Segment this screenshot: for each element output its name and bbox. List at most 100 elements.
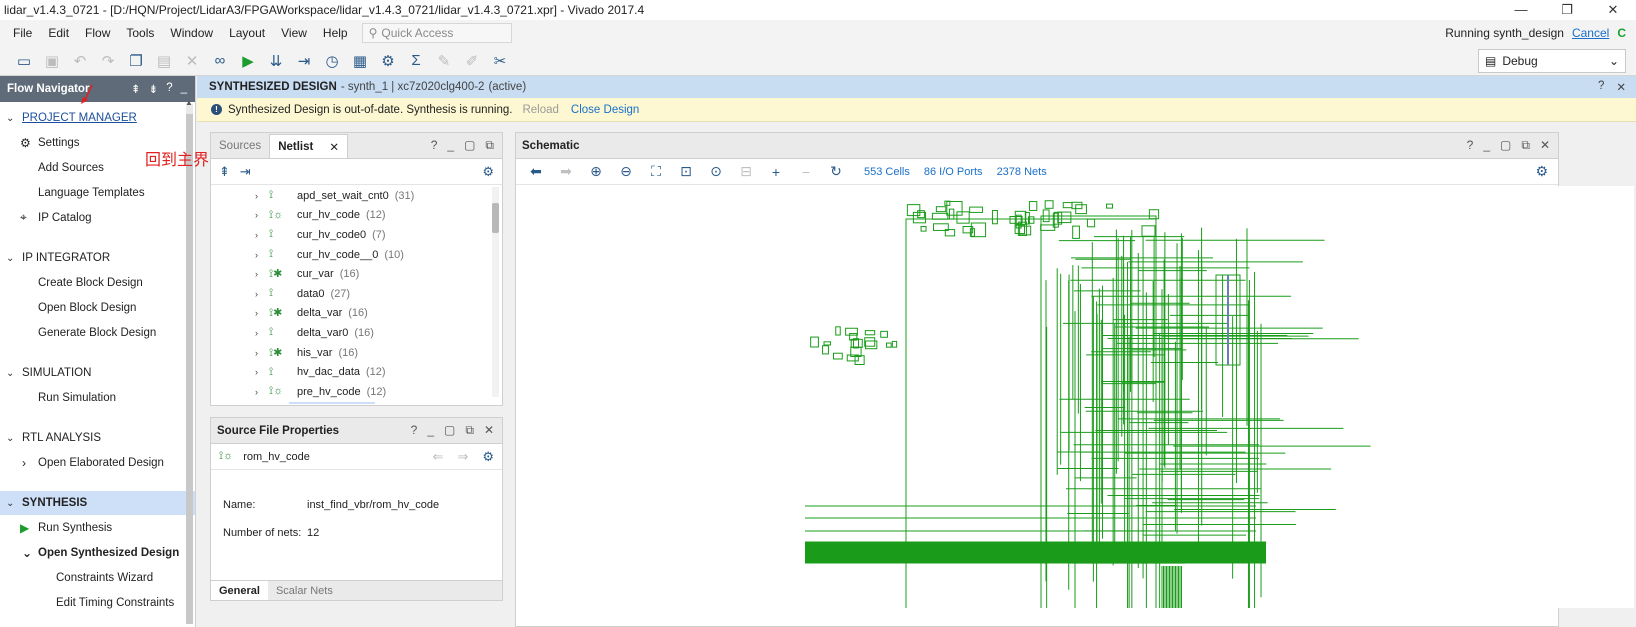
nav-edit-timing-constraints[interactable]: Edit Timing Constraints [0, 590, 195, 615]
minimize-panel-icon[interactable]: _ [1483, 138, 1490, 153]
menu-tools[interactable]: Tools [118, 26, 162, 40]
settings-gear-icon[interactable]: ⚙ [374, 49, 402, 73]
close-window-button[interactable]: ✕ [1590, 2, 1636, 18]
nav-ip-catalog[interactable]: ⌖ IP Catalog [0, 205, 195, 230]
menu-flow[interactable]: Flow [77, 26, 118, 40]
refresh-icon[interactable]: ↻ [822, 163, 850, 180]
nav-create-block-design[interactable]: Create Block Design [0, 270, 195, 295]
maximize-panel-icon[interactable]: ▢ [1500, 138, 1511, 153]
list-item[interactable]: › ⟟ cur_hv_code__0 (10) [211, 245, 501, 265]
cell-icon[interactable]: ⊟ [732, 163, 760, 180]
chevron-right-icon[interactable]: › [255, 210, 263, 220]
scroll-up-icon[interactable]: ▲ [185, 98, 193, 107]
maximize-panel-icon[interactable]: ▢ [464, 138, 475, 153]
tab-scalar-nets[interactable]: Scalar Nets [268, 581, 341, 600]
float-panel-icon[interactable]: ⧉ [1521, 138, 1530, 153]
selected-row[interactable] [289, 401, 375, 404]
forward-arrow-icon[interactable]: ➡ [552, 163, 580, 180]
minimize-button[interactable]: — [1498, 2, 1544, 18]
list-item[interactable]: › ⟟✱ his_var (16) [211, 343, 501, 363]
chevron-right-icon[interactable]: › [255, 308, 263, 318]
netlist-scrollbar[interactable] [492, 187, 499, 397]
zoom-area-icon[interactable]: ⊡ [672, 163, 700, 180]
auto-fit-icon[interactable]: ⊙ [702, 163, 730, 180]
redo-icon[interactable]: ↷ [94, 49, 122, 73]
help-icon[interactable]: ? [1467, 138, 1474, 153]
list-item[interactable]: › ⟟✱ cur_var (16) [211, 264, 501, 284]
help-icon[interactable]: ? [411, 423, 418, 438]
generate-bitstream-icon[interactable]: ⇊ [262, 49, 290, 73]
scrollbar-thumb[interactable] [492, 203, 499, 233]
quick-access-input[interactable]: ⚲ Quick Access [361, 23, 512, 43]
program-device-icon[interactable]: ⇥ [290, 49, 318, 73]
chevron-right-icon[interactable]: › [255, 269, 263, 279]
section-simulation[interactable]: ⌄ SIMULATION [0, 361, 195, 385]
run-icon[interactable]: ▶ [234, 49, 262, 73]
zoom-out-icon[interactable]: ⊖ [612, 163, 640, 180]
list-item[interactable]: › ⟟ apd_set_wait_cnt0 (31) [211, 186, 501, 206]
chevron-right-icon[interactable]: › [255, 387, 263, 397]
chevron-right-icon[interactable]: › [255, 250, 263, 260]
chevron-right-icon[interactable]: › [255, 230, 263, 240]
report-icon[interactable]: ▦ [346, 49, 374, 73]
save-icon[interactable]: ▣ [38, 49, 66, 73]
menu-help[interactable]: Help [315, 26, 356, 40]
menu-edit[interactable]: Edit [40, 26, 77, 40]
help-icon[interactable]: ? [1598, 80, 1604, 94]
binoculars-icon[interactable]: ∞ [206, 49, 234, 73]
cells-count-link[interactable]: 553 Cells [864, 166, 910, 178]
collapse-all-icon[interactable]: ⇞ [131, 82, 141, 96]
float-panel-icon[interactable]: ⧉ [465, 423, 474, 438]
reload-link[interactable]: Reload [522, 104, 558, 116]
schematic-drawing[interactable] [516, 186, 1560, 608]
tab-sources[interactable]: Sources [211, 134, 269, 158]
collapse-icon[interactable]: − [792, 164, 820, 180]
chevron-right-icon[interactable]: › [255, 348, 263, 358]
minimize-panel-icon[interactable]: _ [447, 138, 454, 153]
minimize-panel-icon[interactable]: _ [427, 423, 434, 438]
nav-generate-block-design[interactable]: Generate Block Design [0, 320, 195, 345]
list-item[interactable]: › ⟟ cur_hv_code0 (7) [211, 225, 501, 245]
close-design-link[interactable]: Close Design [571, 104, 639, 116]
expand-icon[interactable]: + [762, 164, 790, 180]
menu-view[interactable]: View [273, 26, 315, 40]
nav-open-elaborated-design[interactable]: › Open Elaborated Design [0, 450, 195, 475]
nav-run-synthesis[interactable]: ▶ Run Synthesis [0, 515, 195, 540]
list-item[interactable]: › ⟟ delta_var0 (16) [211, 323, 501, 343]
section-ip-integrator[interactable]: ⌄ IP INTEGRATOR [0, 246, 195, 270]
gear-icon[interactable]: ⚙ [1535, 163, 1558, 180]
close-icon[interactable]: ✕ [484, 423, 494, 438]
nav-constraints-wizard[interactable]: Constraints Wizard [0, 565, 195, 590]
back-arrow-icon[interactable]: ⬅ [522, 163, 550, 180]
list-item[interactable]: › ⟟☼ cur_hv_code (12) [211, 206, 501, 226]
gear-icon[interactable]: ⚙ [482, 164, 494, 180]
list-item[interactable]: › ⟟☼ pre_hv_code (12) [211, 382, 501, 402]
menu-file[interactable]: File [0, 26, 40, 40]
close-icon[interactable]: ✕ [1616, 80, 1626, 94]
chevron-right-icon[interactable]: › [255, 367, 263, 377]
section-rtl-analysis[interactable]: ⌄ RTL ANALYSIS [0, 426, 195, 450]
undo-icon[interactable]: ↶ [66, 49, 94, 73]
delete-icon[interactable]: ✕ [178, 49, 206, 73]
back-arrow-icon[interactable]: ⇐ [433, 449, 444, 465]
tools-icon[interactable]: ✂ [486, 49, 514, 73]
chevron-right-icon[interactable]: › [255, 328, 263, 338]
list-item[interactable]: › ⟟✱ delta_var (16) [211, 304, 501, 324]
flow-navigator-scrollbar[interactable]: ▲ [185, 98, 193, 624]
list-item[interactable]: › ⟟ hv_dac_data (12) [211, 362, 501, 382]
copy-icon[interactable]: ❐ [122, 49, 150, 73]
expand-all-icon[interactable]: ⇥ [240, 164, 251, 180]
sigma-icon[interactable]: Σ [402, 49, 430, 73]
maximize-panel-icon[interactable]: ▢ [444, 423, 455, 438]
wand-icon[interactable]: ✎ [430, 49, 458, 73]
gear-icon[interactable]: ⚙ [482, 449, 494, 465]
nav-run-simulation[interactable]: Run Simulation [0, 385, 195, 410]
tab-general[interactable]: General [211, 581, 268, 600]
chevron-right-icon[interactable]: › [255, 289, 263, 299]
close-icon[interactable]: ✕ [1540, 138, 1550, 153]
nav-open-synthesized-design[interactable]: ⌄ Open Synthesized Design [0, 540, 195, 565]
scrollbar-thumb[interactable] [186, 114, 193, 624]
paste-icon[interactable]: ▤ [150, 49, 178, 73]
section-project-manager[interactable]: ⌄ PROJECT MANAGER [0, 106, 195, 130]
forward-arrow-icon[interactable]: ⇒ [457, 449, 468, 465]
